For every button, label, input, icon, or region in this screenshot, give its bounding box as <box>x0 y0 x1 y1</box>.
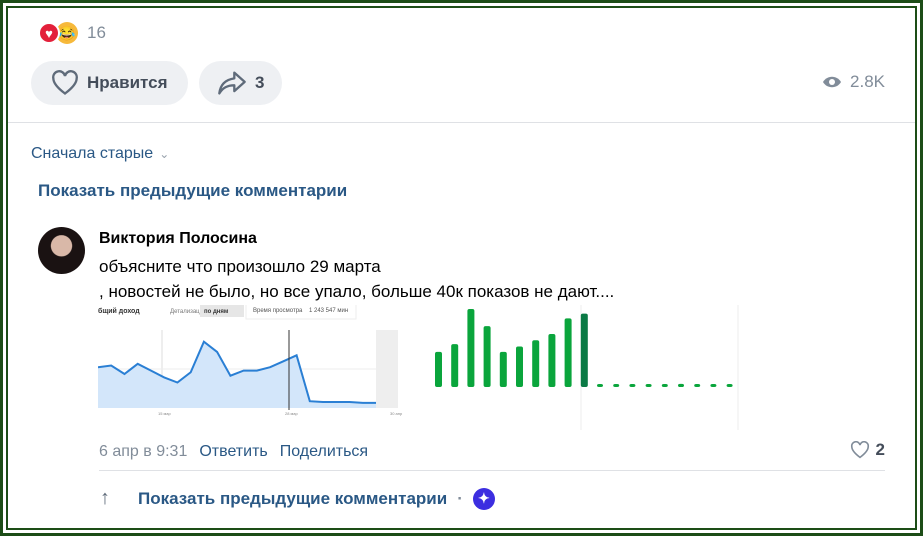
att-bar <box>548 333 556 387</box>
att-detail-value: по дням <box>204 309 229 315</box>
sort-dropdown[interactable]: Сначала старые ⌄ <box>31 145 169 163</box>
like-button[interactable]: Нравится <box>31 61 188 105</box>
att-bar <box>532 340 540 387</box>
att-bar <box>451 344 459 387</box>
att-bar <box>710 384 717 387</box>
divider <box>99 470 885 471</box>
att-x-tick: 30 апр <box>390 411 403 416</box>
chevron-down-icon: ⌄ <box>159 147 170 161</box>
att-x-tick: 28 мар <box>285 411 299 416</box>
att-bar <box>564 318 572 387</box>
separator: · <box>457 488 463 508</box>
comment-text-line: , новостей не было, но все упало, больше… <box>99 282 615 301</box>
like-label: Нравится <box>87 73 168 92</box>
show-previous-link[interactable]: Показать предыдущие комментарии <box>138 489 447 509</box>
show-previous-comments-footer[interactable]: ↑ Показать предыдущие комментарии · ✦ <box>100 487 495 510</box>
arrow-up-icon: ↑ <box>100 487 110 509</box>
reaction-count: 16 <box>87 23 106 42</box>
ai-assistant-icon[interactable]: ✦ <box>472 487 495 510</box>
eye-icon <box>823 76 842 88</box>
comment-text: объясните что произошло 29 марта , новос… <box>99 254 614 304</box>
comment-attachment-image[interactable]: бщий доход Детализация по дням Время про… <box>98 305 743 430</box>
comment-meta: 6 апр в 9:31 Ответить Поделиться <box>99 443 368 461</box>
att-bar <box>435 351 442 387</box>
att-bar <box>629 384 636 387</box>
heart-reaction-icon: ♥ <box>38 22 60 44</box>
heart-icon <box>52 70 78 95</box>
att-bar <box>661 384 668 387</box>
reply-link[interactable]: Ответить <box>199 443 267 461</box>
att-bar <box>499 351 507 387</box>
att-bar <box>645 384 652 387</box>
att-bar <box>597 384 603 387</box>
att-bar <box>726 384 733 387</box>
show-previous-comments-link[interactable]: Показать предыдущие комментарии <box>38 181 347 201</box>
att-metric-label: бщий доход <box>98 307 140 315</box>
att-x-tick: 15 мар <box>158 411 172 416</box>
att-bar <box>580 313 588 387</box>
comment-like-count: 2 <box>875 440 885 459</box>
att-bar <box>613 384 620 387</box>
reactions-summary[interactable]: ♥ 😂 16 <box>38 22 106 44</box>
comment-author[interactable]: Виктория Полосина <box>99 230 257 248</box>
att-tooltip-value: 1 243 547 мин <box>309 308 348 314</box>
share-link[interactable]: Поделиться <box>280 443 368 461</box>
att-bar <box>483 326 491 387</box>
comment-like-button[interactable]: 2 <box>850 440 885 460</box>
att-bar <box>694 384 701 387</box>
views-value: 2.8K <box>850 72 885 91</box>
share-count: 3 <box>255 73 265 92</box>
avatar[interactable] <box>38 227 85 274</box>
att-tooltip-label: Время просмотра <box>253 308 303 314</box>
att-bar <box>678 383 684 387</box>
views-count: 2.8K <box>822 72 885 92</box>
att-line-area <box>98 341 376 408</box>
att-bar <box>516 346 523 387</box>
sort-label: Сначала старые <box>31 145 154 162</box>
heart-icon <box>850 441 869 459</box>
att-bar <box>467 309 475 387</box>
divider <box>8 122 915 123</box>
comment-date[interactable]: 6 апр в 9:31 <box>99 443 187 461</box>
share-button[interactable]: 3 <box>199 61 282 105</box>
comment-text-line: объясните что произошло 29 марта <box>99 257 381 276</box>
share-icon <box>218 71 246 95</box>
